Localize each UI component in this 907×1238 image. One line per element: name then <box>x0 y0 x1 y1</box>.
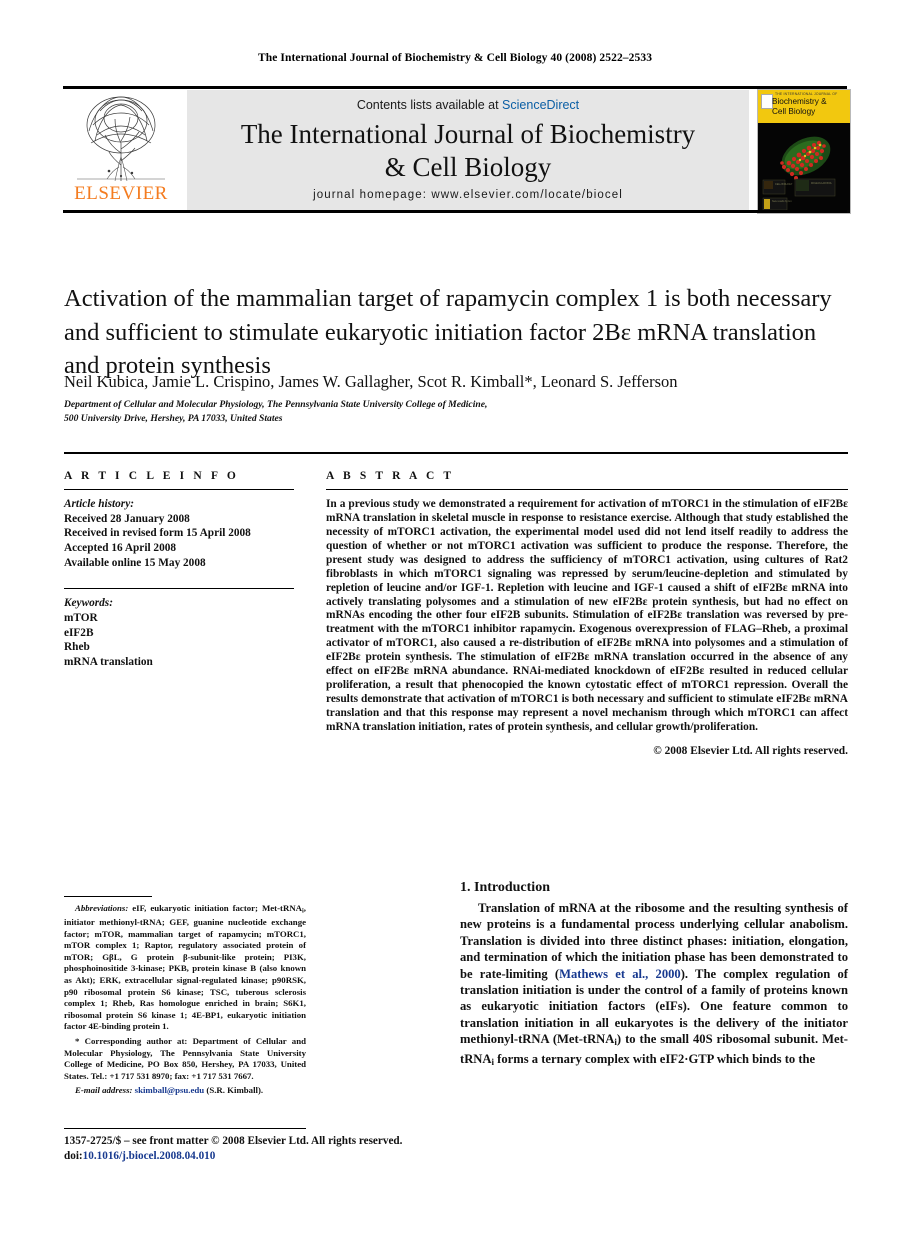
issn-front-matter: 1357-2725/$ – see front matter © 2008 El… <box>64 1135 403 1147</box>
journal-title-line1: The International Journal of Biochemistr… <box>240 119 696 149</box>
elsevier-wordmark: ELSEVIER <box>74 183 168 204</box>
journal-band: Contents lists available at ScienceDirec… <box>187 90 749 211</box>
colophon-rule <box>64 1128 306 1130</box>
email-note: E-mail address: skimball@psu.edu (S.R. K… <box>64 1085 306 1097</box>
abstract-text: In a previous study we demonstrated a re… <box>326 498 848 733</box>
journal-homepage[interactable]: journal homepage: www.elsevier.com/locat… <box>187 189 749 201</box>
keyword-eif2b: eIF2B <box>64 626 94 639</box>
introduction-heading: 1. Introduction <box>460 879 550 895</box>
article-info-section: A R T I C L E I N F O Article history: R… <box>64 470 294 669</box>
abstract-copyright: © 2008 Elsevier Ltd. All rights reserved… <box>653 744 848 757</box>
keyword-mtor: mTOR <box>64 611 98 624</box>
elsevier-tree-icon <box>69 91 173 183</box>
email-label: E-mail address: <box>75 1085 133 1096</box>
cover-micrograph-image: CELL BIOLOGY MOLECULAR BIOL New results … <box>758 123 850 213</box>
article-info-rule <box>64 489 294 491</box>
history-item-accepted: Accepted 16 April 2008 <box>64 541 177 554</box>
affiliation: Department of Cellular and Molecular Phy… <box>64 398 624 425</box>
keywords-rule <box>64 588 294 590</box>
keyword-rheb: Rheb <box>64 641 90 654</box>
keywords-section: Keywords: mTOR eIF2B Rheb mRNA translati… <box>64 588 294 669</box>
journal-title-line2: & Cell Biology <box>384 152 552 182</box>
article-history: Article history: Received 28 January 200… <box>64 497 294 570</box>
abstract-rule <box>326 489 848 491</box>
section-divider-rule <box>64 452 848 454</box>
colophon: 1357-2725/$ – see front matter © 2008 El… <box>64 1134 484 1163</box>
abstract-heading: A B S T R A C T <box>326 470 455 482</box>
journal-masthead: ELSEVIER Contents lists available at Sci… <box>63 86 851 214</box>
journal-cover-thumbnail: THE INTERNATIONAL JOURNAL OF Biochemistr… <box>757 89 851 214</box>
running-head: The International Journal of Biochemistr… <box>257 52 653 64</box>
history-item-online: Available online 15 May 2008 <box>64 556 206 569</box>
abbreviations-note: Abbreviations: eIF, eukaryotic initiatio… <box>64 903 306 1033</box>
footnote-rule <box>64 896 152 898</box>
corresponding-author-note: * Corresponding author at: Department of… <box>64 1036 306 1082</box>
abstract-section: A B S T R A C T In a previous study we d… <box>326 470 848 757</box>
masthead-bottom-rule <box>63 210 847 213</box>
abbreviations-text: eIF, eukaryotic initiation factor; Met-t… <box>64 903 306 1032</box>
footnote-section: Abbreviations: eIF, eukaryotic initiatio… <box>64 903 306 1100</box>
contents-available-line: Contents lists available at ScienceDirec… <box>187 98 749 112</box>
corresponding-text: Corresponding author at: Department of C… <box>64 1035 306 1081</box>
history-item-received: Received 28 January 2008 <box>64 512 190 525</box>
keywords-label: Keywords: <box>64 597 113 610</box>
svg-text:CELL BIOLOGY: CELL BIOLOGY <box>775 183 793 186</box>
affiliation-line1: Department of Cellular and Molecular Phy… <box>64 399 488 410</box>
sciencedirect-link[interactable]: ScienceDirect <box>502 98 579 112</box>
article-info-heading: A R T I C L E I N F O <box>64 470 239 482</box>
history-item-revised: Received in revised form 15 April 2008 <box>64 527 251 540</box>
doi-link[interactable]: 10.1016/j.biocel.2008.04.010 <box>83 1150 216 1162</box>
intro-text-part2: ). The complex regulation of translation… <box>460 966 848 1067</box>
masthead-top-rule <box>63 86 847 89</box>
svg-text:MOLECULAR BIOL: MOLECULAR BIOL <box>811 182 833 185</box>
cover-header-band: THE INTERNATIONAL JOURNAL OF Biochemistr… <box>758 90 850 123</box>
article-history-label: Article history: <box>64 498 134 511</box>
cover-name-line1: Biochemistry & <box>772 97 827 106</box>
introduction-paragraph: Translation of mRNA at the ribosome and … <box>460 900 848 1070</box>
doi-label: doi: <box>64 1149 83 1162</box>
keyword-mrna-translation: mRNA translation <box>64 655 153 668</box>
author-list: Neil Kubica, Jamie L. Crispino, James W.… <box>64 372 678 391</box>
cover-name-line2: Cell Biology <box>772 106 816 116</box>
article-page: The International Journal of Biochemistr… <box>0 0 907 1238</box>
affiliation-line2: 500 University Drive, Hershey, PA 17033,… <box>64 412 283 424</box>
page-title: Activation of the mammalian target of ra… <box>64 285 832 380</box>
journal-title: The International Journal of Biochemistr… <box>187 118 749 184</box>
cover-journal-name: Biochemistry & Cell Biology <box>772 97 850 116</box>
doi-line: doi:10.1016/j.biocel.2008.04.010 <box>64 1149 484 1164</box>
abbreviations-label: Abbreviations: <box>75 903 129 913</box>
email-link[interactable]: skimball@psu.edu <box>135 1085 205 1095</box>
email-owner: (S.R. Kimball). <box>204 1085 264 1096</box>
citation-link[interactable]: Mathews et al., 2000 <box>559 967 681 981</box>
cover-tiny-line: THE INTERNATIONAL JOURNAL OF <box>775 92 838 96</box>
svg-text:New results by Lin: New results by Lin <box>772 200 792 203</box>
contents-prefix: Contents lists available at <box>356 98 503 112</box>
elsevier-logo: ELSEVIER <box>63 91 179 211</box>
